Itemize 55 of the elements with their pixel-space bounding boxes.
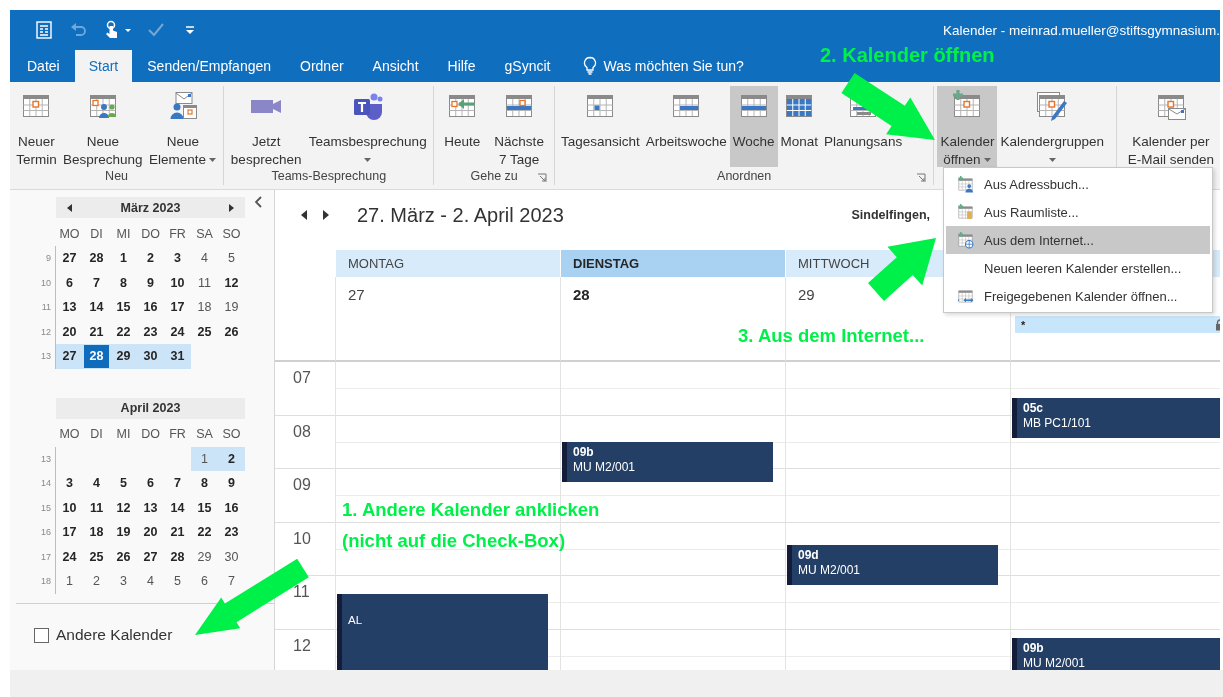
weekday-label: DO (140, 426, 161, 444)
annotation-text: 1. Andere Kalender anklicken (nicht auf die Check-Box) (342, 498, 600, 553)
weekday-label: MO (58, 225, 81, 243)
hour-label: 09 (293, 476, 311, 493)
hour-label: 08 (293, 422, 311, 440)
weekday-label: FR (168, 225, 187, 243)
group-label: Anordnen (717, 169, 772, 183)
week-number: 14 (38, 471, 56, 496)
appointment-location: MU M2/001 (798, 562, 862, 578)
weekday-label: SO (221, 225, 242, 243)
weekday-label: FR (168, 426, 187, 444)
appointment-title: 09b (573, 445, 595, 461)
appointment-title: AL (348, 612, 364, 628)
week-number: 11 (38, 295, 56, 320)
window-title: Kalender - meinrad.mueller@stiftsgymnasium. (942, 22, 1220, 38)
weekday-label: DI (89, 225, 104, 243)
appointment-title: 05c (1023, 400, 1045, 416)
appointment-location: MU M2/001 (573, 460, 637, 476)
month-title: März 2023 (120, 200, 181, 215)
week-number: 10 (38, 270, 56, 295)
weekday-label: MI (115, 225, 132, 243)
group-label: Gehe zu (470, 169, 518, 183)
appointment-location: MU M2/001 (1023, 656, 1087, 670)
annotation-text: 3. Aus dem Internet... (738, 325, 925, 347)
date-label: 28 (572, 286, 590, 305)
location-label: Sindelfingen, (851, 208, 930, 222)
week-number: 17 (38, 544, 56, 569)
appointment-location: MB PC1/101 (1023, 415, 1093, 431)
week-number: 15 (38, 495, 56, 520)
annotation-text: 2. Kalender öffnen (820, 44, 995, 67)
weekday-label: SO (221, 426, 242, 444)
weekday-label: DO (140, 225, 161, 243)
appointment-title: 09b (1023, 641, 1045, 657)
weekday-label: DI (89, 426, 104, 444)
date-label: 27 (347, 286, 365, 305)
week-number: 12 (38, 319, 56, 344)
appointment-title: 09d (798, 547, 820, 563)
weekday-label: SA (195, 426, 214, 444)
date-label: 29 (797, 286, 815, 305)
event-title: * (1021, 318, 1026, 331)
week-number: 18 (38, 569, 56, 594)
week-number: 13 (38, 446, 56, 471)
weekday-label: SA (195, 225, 214, 243)
weekday-label: MO (58, 426, 81, 444)
hour-label: 12 (293, 636, 311, 654)
month-title: April 2023 (120, 401, 181, 415)
date-range-title: 27. März - 2. April 2023 (357, 203, 564, 227)
group-label: Neu (105, 169, 129, 183)
weekday-label: MI (115, 426, 132, 444)
group-label: Teams-Besprechung (271, 169, 387, 183)
week-number: 16 (38, 520, 56, 545)
week-number: 9 (38, 246, 56, 271)
hour-label: 07 (293, 369, 311, 386)
hour-label: 11 (293, 583, 310, 600)
hour-label: 10 (293, 529, 311, 547)
